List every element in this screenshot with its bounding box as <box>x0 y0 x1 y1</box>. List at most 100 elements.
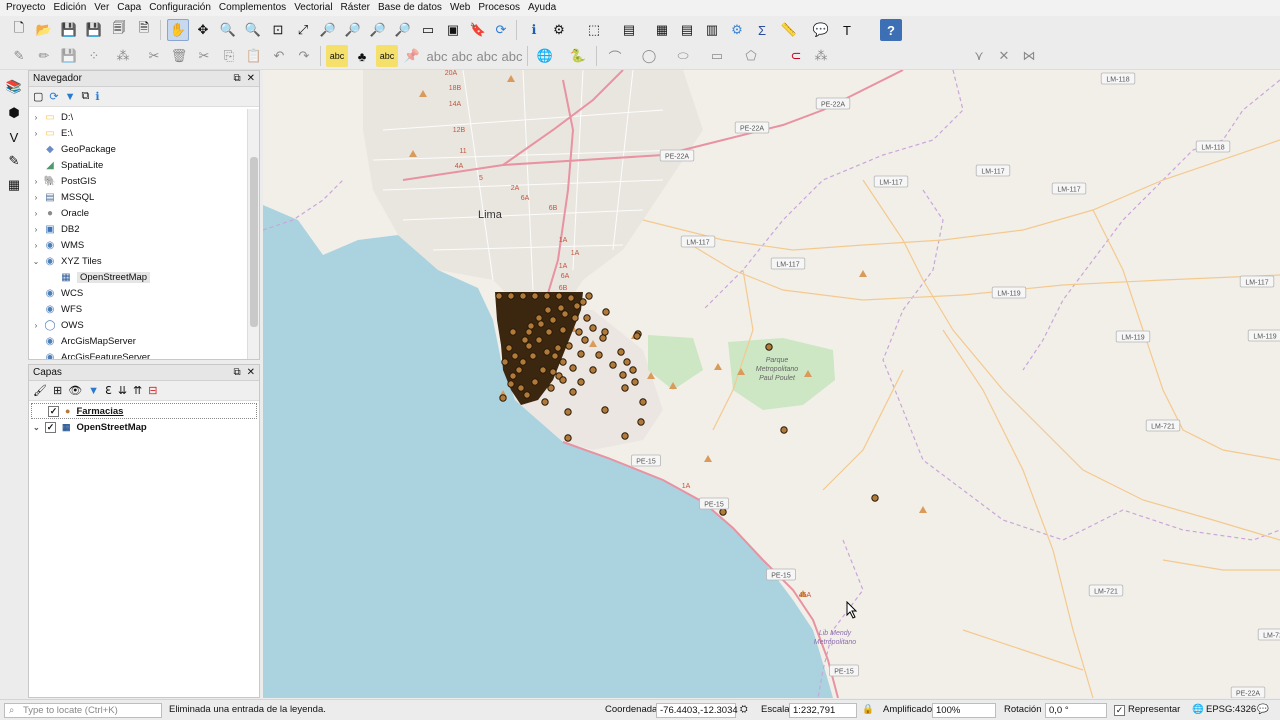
scale-field[interactable]: 1:232,791 <box>789 703 857 718</box>
properties-icon[interactable]: ℹ <box>95 90 99 103</box>
vertex-tool-icon[interactable]: ⁂ <box>112 45 134 67</box>
navigator-item[interactable]: › ▭ D:\ <box>29 109 247 125</box>
menu-complementos[interactable]: Complementos <box>215 0 290 16</box>
chevron-right-icon[interactable]: › <box>29 321 43 330</box>
text-annotation-icon[interactable]: T <box>836 19 858 41</box>
add-raster-layer-icon[interactable]: V <box>3 126 25 148</box>
menu-edición[interactable]: Edición <box>49 0 90 16</box>
navigator-item[interactable]: ◆ GeoPackage <box>29 141 247 157</box>
add-vector-layer-icon[interactable]: ⬢ <box>3 102 25 124</box>
pan-map-icon[interactable]: ✋ <box>167 19 189 41</box>
chevron-right-icon[interactable]: › <box>29 225 43 234</box>
undo-icon[interactable]: ↶ <box>268 45 290 67</box>
pan-to-selection-icon[interactable]: ✥ <box>192 19 214 41</box>
new-3d-view-icon[interactable]: ▣ <box>442 19 464 41</box>
field-calculator-icon[interactable]: ▥ <box>701 19 723 41</box>
map-canvas[interactable]: Lima Parque Metropolitano Paul Poulet Li… <box>263 70 1280 698</box>
chevron-right-icon[interactable]: › <box>29 129 43 138</box>
chevron-right-icon[interactable]: › <box>29 113 43 122</box>
layer-visibility-checkbox[interactable]: ✓ <box>48 405 59 417</box>
zoom-next-icon[interactable]: 🔎 <box>392 19 414 41</box>
modify-attributes-icon[interactable]: ✂ <box>143 45 165 67</box>
chevron-right-icon[interactable]: › <box>29 209 43 218</box>
navigator-item[interactable]: › ▤ MSSQL <box>29 189 247 205</box>
open-project-icon[interactable]: 📂 <box>33 19 55 41</box>
add-polygon-icon[interactable]: ⬠ <box>740 45 762 67</box>
new-map-view-icon[interactable]: ▭ <box>417 19 439 41</box>
navigator-item[interactable]: ◢ SpatiaLite <box>29 157 247 173</box>
menu-base-de-datos[interactable]: Base de datos <box>374 0 446 16</box>
zoom-native-icon[interactable]: ⊡ <box>267 19 289 41</box>
render-checkbox[interactable]: ✓ <box>1114 705 1125 716</box>
select-features-icon[interactable]: ⬚ <box>583 19 605 41</box>
navigator-item[interactable]: ◉ ArcGisFeatureServer <box>29 349 247 360</box>
navigator-item[interactable]: ◉ WFS <box>29 301 247 317</box>
toggle-editing-icon[interactable]: ✏ <box>33 45 55 67</box>
deselect-icon[interactable]: ▦ <box>651 19 673 41</box>
navigator-item[interactable]: ◉ ArcGisMapServer <box>29 333 247 349</box>
close-panel-icon[interactable]: ✕ <box>247 73 255 84</box>
filter-icon[interactable]: ▼ <box>65 91 76 103</box>
menu-ver[interactable]: Ver <box>90 0 113 16</box>
remove-layer-icon[interactable]: ⊟ <box>148 384 157 397</box>
collapse-all-icon[interactable]: ⧉ <box>82 90 90 103</box>
diagram-options-icon[interactable]: abc <box>376 45 398 67</box>
float-panel-icon[interactable]: ⧉ <box>233 367 240 378</box>
measure-icon[interactable]: 📏 <box>778 19 800 41</box>
new-print-layout-icon[interactable]: 🗐 <box>108 19 130 41</box>
chevron-right-icon[interactable]: › <box>29 241 43 250</box>
zoom-selection-icon[interactable]: 🔎 <box>317 19 339 41</box>
data-source-manager-icon[interactable]: 📚 <box>3 76 25 98</box>
navigator-item[interactable]: ⌄ ◉ XYZ Tiles <box>29 253 247 269</box>
layer-item[interactable]: ⌄ ✓ ▦ OpenStreetMap <box>29 419 259 435</box>
magnifier-field[interactable]: 100% <box>932 703 996 718</box>
statistics-icon[interactable]: Σ <box>751 19 773 41</box>
add-circle-icon[interactable]: ◯ <box>638 45 660 67</box>
change-label-icon[interactable]: abc <box>501 45 523 67</box>
zoom-last-icon[interactable]: 🔎 <box>367 19 389 41</box>
toggle-extents-icon[interactable]: ⛭ <box>740 704 748 715</box>
paste-features-icon[interactable]: 📋 <box>243 45 265 67</box>
add-spatialite-icon[interactable]: ▦ <box>3 174 25 196</box>
collapse-all-icon[interactable]: ⇈ <box>133 384 142 397</box>
add-selected-icon[interactable]: ▢ <box>33 90 43 103</box>
cut-features-icon[interactable]: ✂ <box>193 45 215 67</box>
add-ellipse-icon[interactable]: ⬭ <box>672 45 694 67</box>
layer-visibility-checkbox[interactable]: ✓ <box>45 421 56 433</box>
navigator-item[interactable]: ◉ WCS <box>29 285 247 301</box>
current-edits-icon[interactable]: ✎ <box>8 45 30 67</box>
crs-globe-icon[interactable]: 🌐 <box>1192 704 1204 715</box>
pin-labels-icon[interactable]: 📌 <box>401 45 423 67</box>
menu-procesos[interactable]: Procesos <box>474 0 524 16</box>
float-panel-icon[interactable]: ⧉ <box>233 73 240 84</box>
menu-ráster[interactable]: Ráster <box>337 0 374 16</box>
help-icon[interactable]: ? <box>880 19 902 41</box>
rotation-field[interactable]: 0,0 ° <box>1045 703 1107 718</box>
layout-manager-icon[interactable]: 🗎 <box>133 19 155 41</box>
identify-icon[interactable]: ℹ <box>523 19 545 41</box>
navigator-item[interactable]: › 🐘 PostGIS <box>29 173 247 189</box>
navigator-scrollbar[interactable] <box>247 109 259 359</box>
layer-styling-icon[interactable]: 🖌 <box>33 384 47 397</box>
merge-tool-icon[interactable]: ⋈ <box>1018 45 1040 67</box>
split-tool-icon[interactable]: ✕ <box>993 45 1015 67</box>
menu-web[interactable]: Web <box>446 0 474 16</box>
layer-item[interactable]: ✓ ● Farmacias <box>31 403 257 419</box>
chevron-right-icon[interactable]: › <box>29 177 43 186</box>
manage-map-themes-icon[interactable]: 👁 <box>68 384 82 397</box>
python-console-icon[interactable]: 🐍 <box>567 45 589 67</box>
navigator-item[interactable]: › ◯ OWS <box>29 317 247 333</box>
navigator-item[interactable]: › ▣ DB2 <box>29 221 247 237</box>
select-by-value-icon[interactable]: ▤ <box>618 19 640 41</box>
redo-icon[interactable]: ↷ <box>293 45 315 67</box>
move-label-icon[interactable]: abc <box>451 45 473 67</box>
chevron-down-icon[interactable]: ⌄ <box>29 257 43 266</box>
filter-legend-icon[interactable]: ▼ <box>88 385 99 397</box>
save-project-icon[interactable]: 💾 <box>58 19 80 41</box>
label-tool-icon[interactable]: abc <box>326 45 348 67</box>
refresh-icon[interactable]: ⟳ <box>490 19 512 41</box>
menu-vectorial[interactable]: Vectorial <box>290 0 336 16</box>
rotate-label-icon[interactable]: abc <box>476 45 498 67</box>
zoom-in-icon[interactable]: 🔍 <box>217 19 239 41</box>
navigator-item[interactable]: › ● Oracle <box>29 205 247 221</box>
